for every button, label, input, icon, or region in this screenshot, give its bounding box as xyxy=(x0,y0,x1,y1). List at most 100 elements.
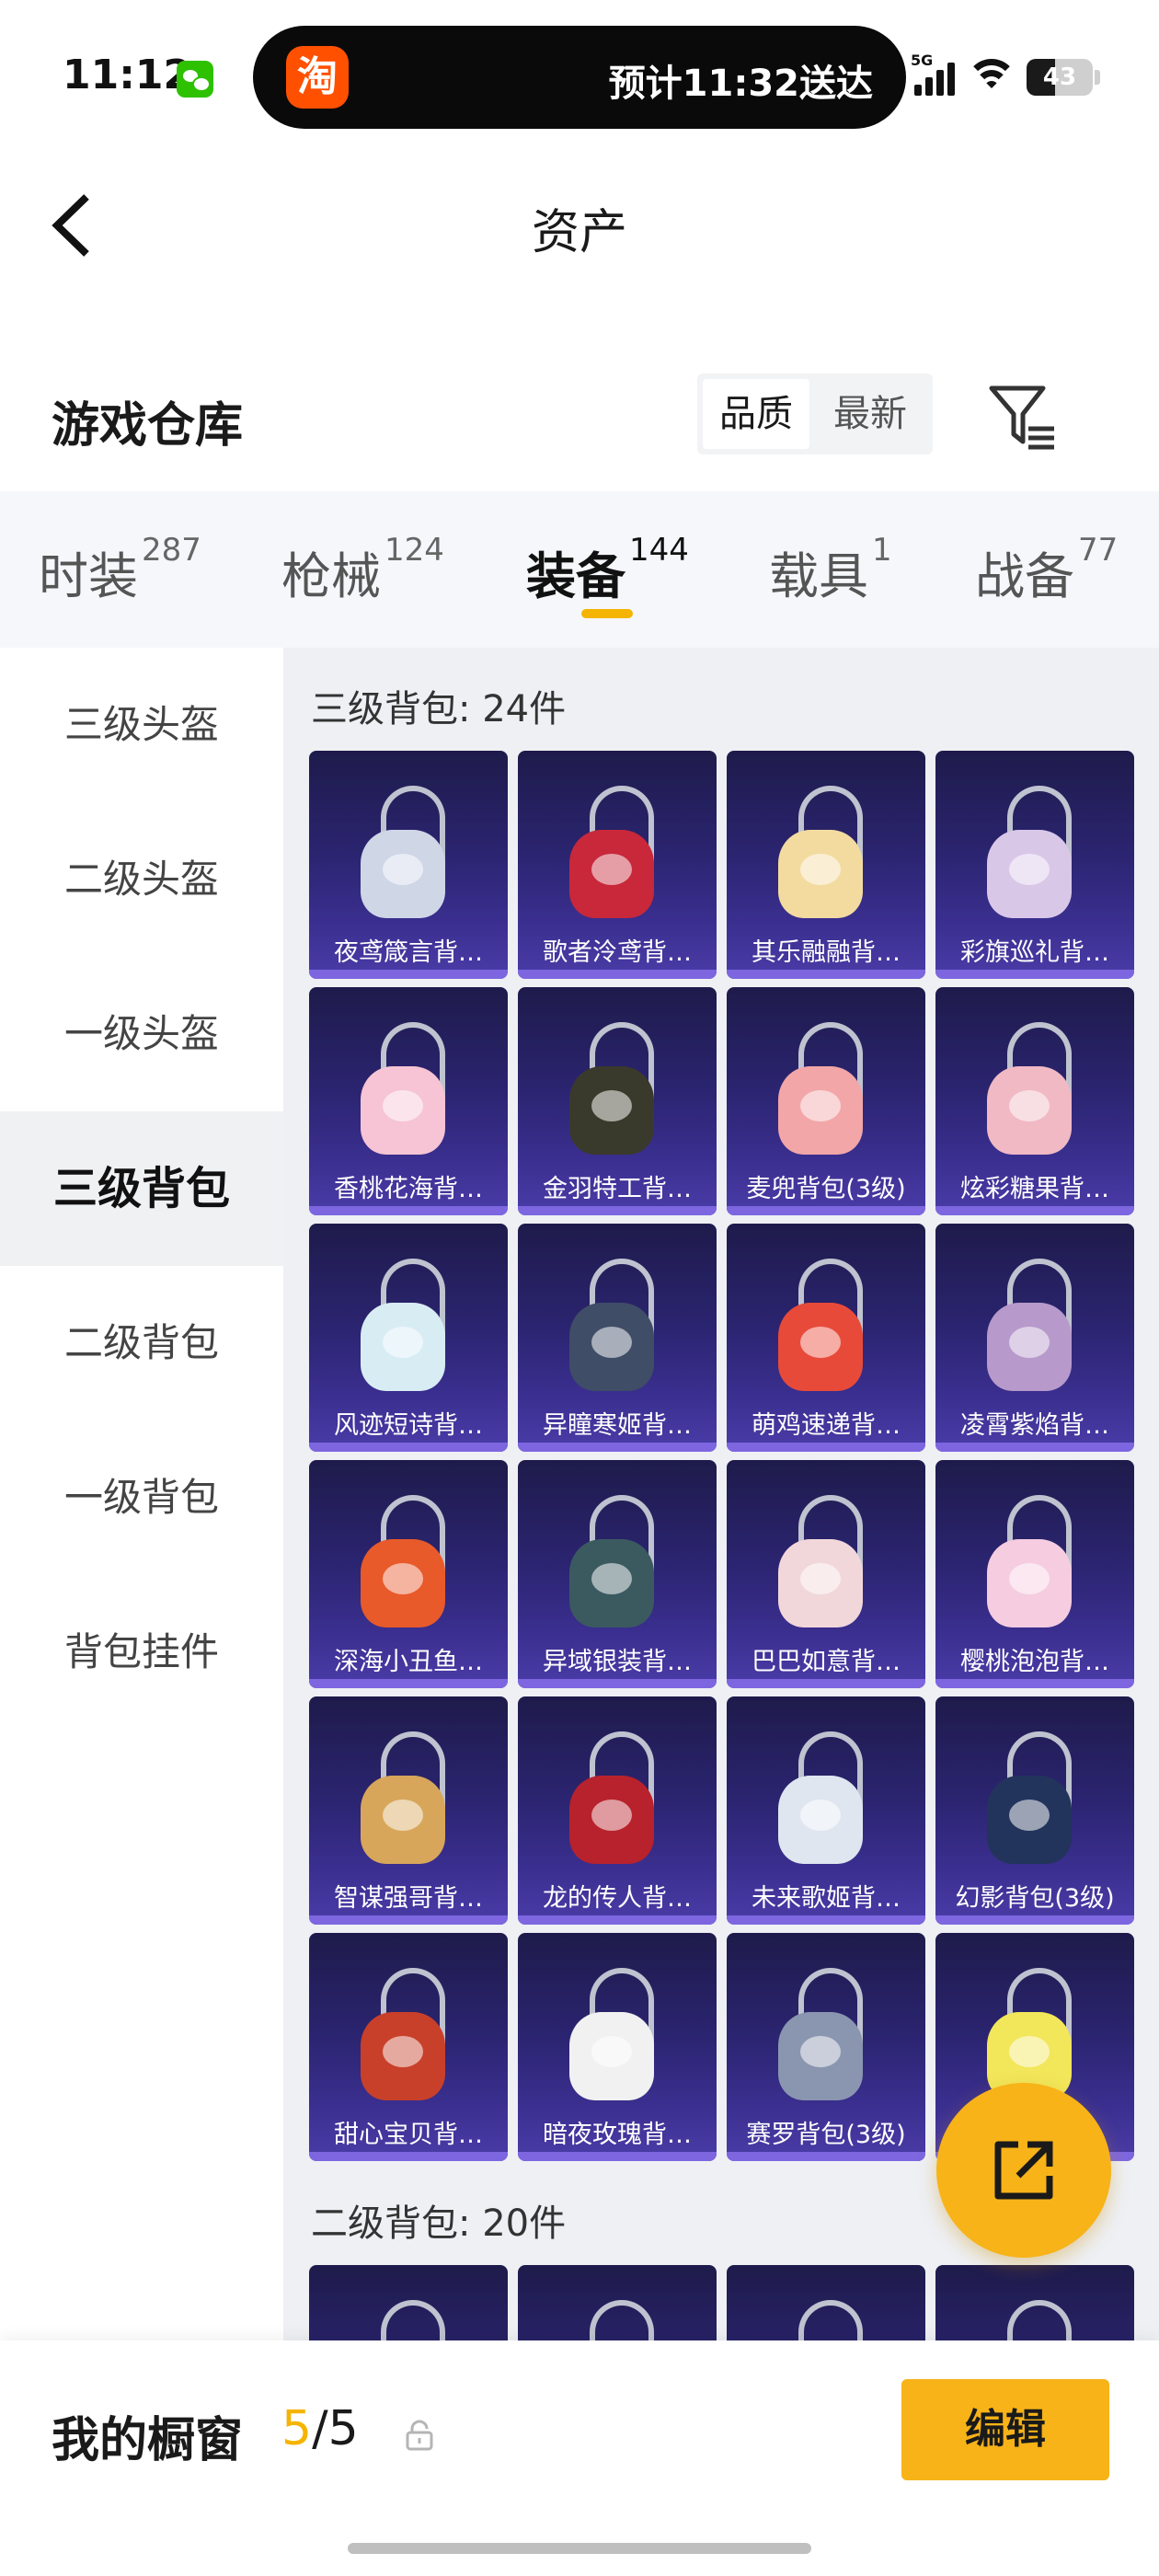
item-tile[interactable]: 幻影背包(3级) xyxy=(935,1696,1134,1925)
share-button[interactable] xyxy=(936,2083,1111,2258)
item-tile[interactable]: 赛罗背包(3级) xyxy=(727,1933,925,2161)
page-title: 资产 xyxy=(531,205,627,260)
item-tile[interactable]: 巴巴如意背… xyxy=(727,1460,925,1688)
item-tile[interactable]: 未来歌姬背… xyxy=(727,1696,925,1925)
taobao-icon: 淘 xyxy=(286,46,349,109)
tab-label: 枪械 xyxy=(281,547,381,605)
backpack-icon xyxy=(771,786,881,924)
showcase-count-max: 5 xyxy=(327,2401,359,2456)
showcase-label: 我的橱窗 xyxy=(52,2413,244,2468)
home-indicator[interactable] xyxy=(348,2543,811,2554)
tab-label: 装备 xyxy=(526,547,625,605)
backpack-icon xyxy=(562,786,672,924)
item-tile[interactable]: 甜心宝贝背… xyxy=(309,1933,508,2161)
item-tile[interactable]: 歌者泠鸢背… xyxy=(518,751,717,979)
filter-button[interactable] xyxy=(986,381,1060,454)
tab-supplies[interactable]: 战备 77 xyxy=(975,532,1118,608)
item-name: 未来歌姬背… xyxy=(752,1884,901,1913)
item-name: 巴巴如意背… xyxy=(752,1648,901,1676)
status-time: 11:12 xyxy=(63,52,192,98)
backpack-icon xyxy=(353,1022,464,1160)
item-tile[interactable]: 夜鸢箴言背… xyxy=(309,751,508,979)
sidebar-item-level2-backpack[interactable]: 二级背包 xyxy=(0,1266,283,1420)
showcase-count-current: 5 xyxy=(281,2401,313,2456)
share-icon xyxy=(994,2141,1053,2200)
group-title: 三级背包: 24件 xyxy=(311,688,567,730)
sort-toggle: 品质 最新 xyxy=(697,374,933,454)
item-tile[interactable]: 其乐融融背… xyxy=(727,751,925,979)
sort-newest-button[interactable]: 最新 xyxy=(817,379,924,449)
item-tile[interactable] xyxy=(935,2265,1134,2340)
sidebar-item-level1-helmet[interactable]: 一级头盔 xyxy=(0,957,283,1111)
item-tile[interactable] xyxy=(518,2265,717,2340)
backpack-icon xyxy=(562,1731,672,1869)
tab-count: 1 xyxy=(872,532,892,569)
item-name: 暗夜玫瑰背… xyxy=(543,2121,692,2149)
item-name: 夜鸢箴言背… xyxy=(334,938,483,967)
wechat-icon xyxy=(177,61,213,98)
item-name: 龙的传人背… xyxy=(543,1884,692,1913)
wifi-icon xyxy=(966,57,1017,96)
item-tile[interactable]: 金羽特工背… xyxy=(518,987,717,1215)
item-tile[interactable] xyxy=(727,2265,925,2340)
showcase-count: 5/5 xyxy=(281,2401,359,2456)
tab-count: 144 xyxy=(629,532,689,569)
item-grid xyxy=(309,2265,1144,2340)
item-name: 智谋强哥背… xyxy=(334,1884,483,1913)
item-tile[interactable]: 异瞳寒姬背… xyxy=(518,1224,717,1452)
item-name: 麦兜背包(3级) xyxy=(746,1175,906,1203)
status-bar: 11:12 淘 预计11:32送达 5G 43 xyxy=(0,0,1159,156)
backpack-icon xyxy=(980,786,1090,924)
item-tile[interactable] xyxy=(309,2265,508,2340)
sidebar-item-level3-helmet[interactable]: 三级头盔 xyxy=(0,648,283,802)
item-name: 彩旗巡礼背… xyxy=(960,938,1109,967)
sidebar-item-level2-helmet[interactable]: 二级头盔 xyxy=(0,802,283,957)
backpack-icon xyxy=(562,1259,672,1397)
item-tile[interactable]: 智谋强哥背… xyxy=(309,1696,508,1925)
sort-quality-button[interactable]: 品质 xyxy=(703,379,809,449)
item-tile[interactable]: 萌鸡速递背… xyxy=(727,1224,925,1452)
item-name: 异域银装背… xyxy=(543,1648,692,1676)
item-tile[interactable]: 彩旗巡礼背… xyxy=(935,751,1134,979)
item-tile[interactable]: 凌霄紫焰背… xyxy=(935,1224,1134,1452)
sidebar-item-level3-backpack[interactable]: 三级背包 xyxy=(0,1111,283,1266)
backpack-icon xyxy=(771,1495,881,1633)
item-tile[interactable]: 风迹短诗背… xyxy=(309,1224,508,1452)
network-type: 5G xyxy=(911,52,934,69)
sidebar-item-backpack-charms[interactable]: 背包挂件 xyxy=(0,1575,283,1730)
item-tile[interactable]: 樱桃泡泡背… xyxy=(935,1460,1134,1688)
edit-button[interactable]: 编辑 xyxy=(901,2379,1109,2480)
backpack-icon xyxy=(771,1022,881,1160)
item-tile[interactable]: 香桃花海背… xyxy=(309,987,508,1215)
backpack-icon xyxy=(980,1022,1090,1160)
group-title: 二级背包: 20件 xyxy=(311,2202,567,2245)
backpack-icon xyxy=(980,2300,1090,2340)
tab-label: 战备 xyxy=(975,547,1074,605)
item-tile[interactable]: 暗夜玫瑰背… xyxy=(518,1933,717,2161)
item-name: 风迹短诗背… xyxy=(334,1411,483,1440)
sidebar-item-level1-backpack[interactable]: 一级背包 xyxy=(0,1420,283,1575)
item-tile[interactable]: 深海小丑鱼… xyxy=(309,1460,508,1688)
lock-icon xyxy=(406,2420,433,2451)
item-tile[interactable]: 麦兜背包(3级) xyxy=(727,987,925,1215)
backpack-icon xyxy=(771,1968,881,2106)
active-tab-indicator xyxy=(581,609,633,618)
tab-equipment[interactable]: 装备 144 xyxy=(526,532,689,608)
battery-text: 43 xyxy=(1042,63,1077,91)
item-name: 歌者泠鸢背… xyxy=(543,938,692,967)
item-grid: 夜鸢箴言背… 歌者泠鸢背… 其乐融融背… 彩旗巡礼背… 香桃花海背… 金羽特工背… 麦兜背包… xyxy=(309,751,1144,2168)
item-name: 凌霄紫焰背… xyxy=(960,1411,1109,1440)
item-tile[interactable]: 炫彩糖果背… xyxy=(935,987,1134,1215)
filter-icon xyxy=(989,385,1054,450)
sidebar: 三级头盔 二级头盔 一级头盔 三级背包 二级背包 一级背包 背包挂件 xyxy=(0,648,283,2340)
tab-firearms[interactable]: 枪械 124 xyxy=(281,532,444,608)
backpack-icon xyxy=(562,1022,672,1160)
item-tile[interactable]: 异域银装背… xyxy=(518,1460,717,1688)
item-name: 赛罗背包(3级) xyxy=(746,2121,906,2149)
item-tile[interactable]: 龙的传人背… xyxy=(518,1696,717,1925)
backpack-icon xyxy=(353,1731,464,1869)
item-name: 萌鸡速递背… xyxy=(752,1411,901,1440)
dynamic-island[interactable]: 淘 预计11:32送达 xyxy=(253,26,906,129)
tab-fashion[interactable]: 时装 287 xyxy=(39,532,201,608)
tab-vehicles[interactable]: 载具 1 xyxy=(769,532,892,608)
